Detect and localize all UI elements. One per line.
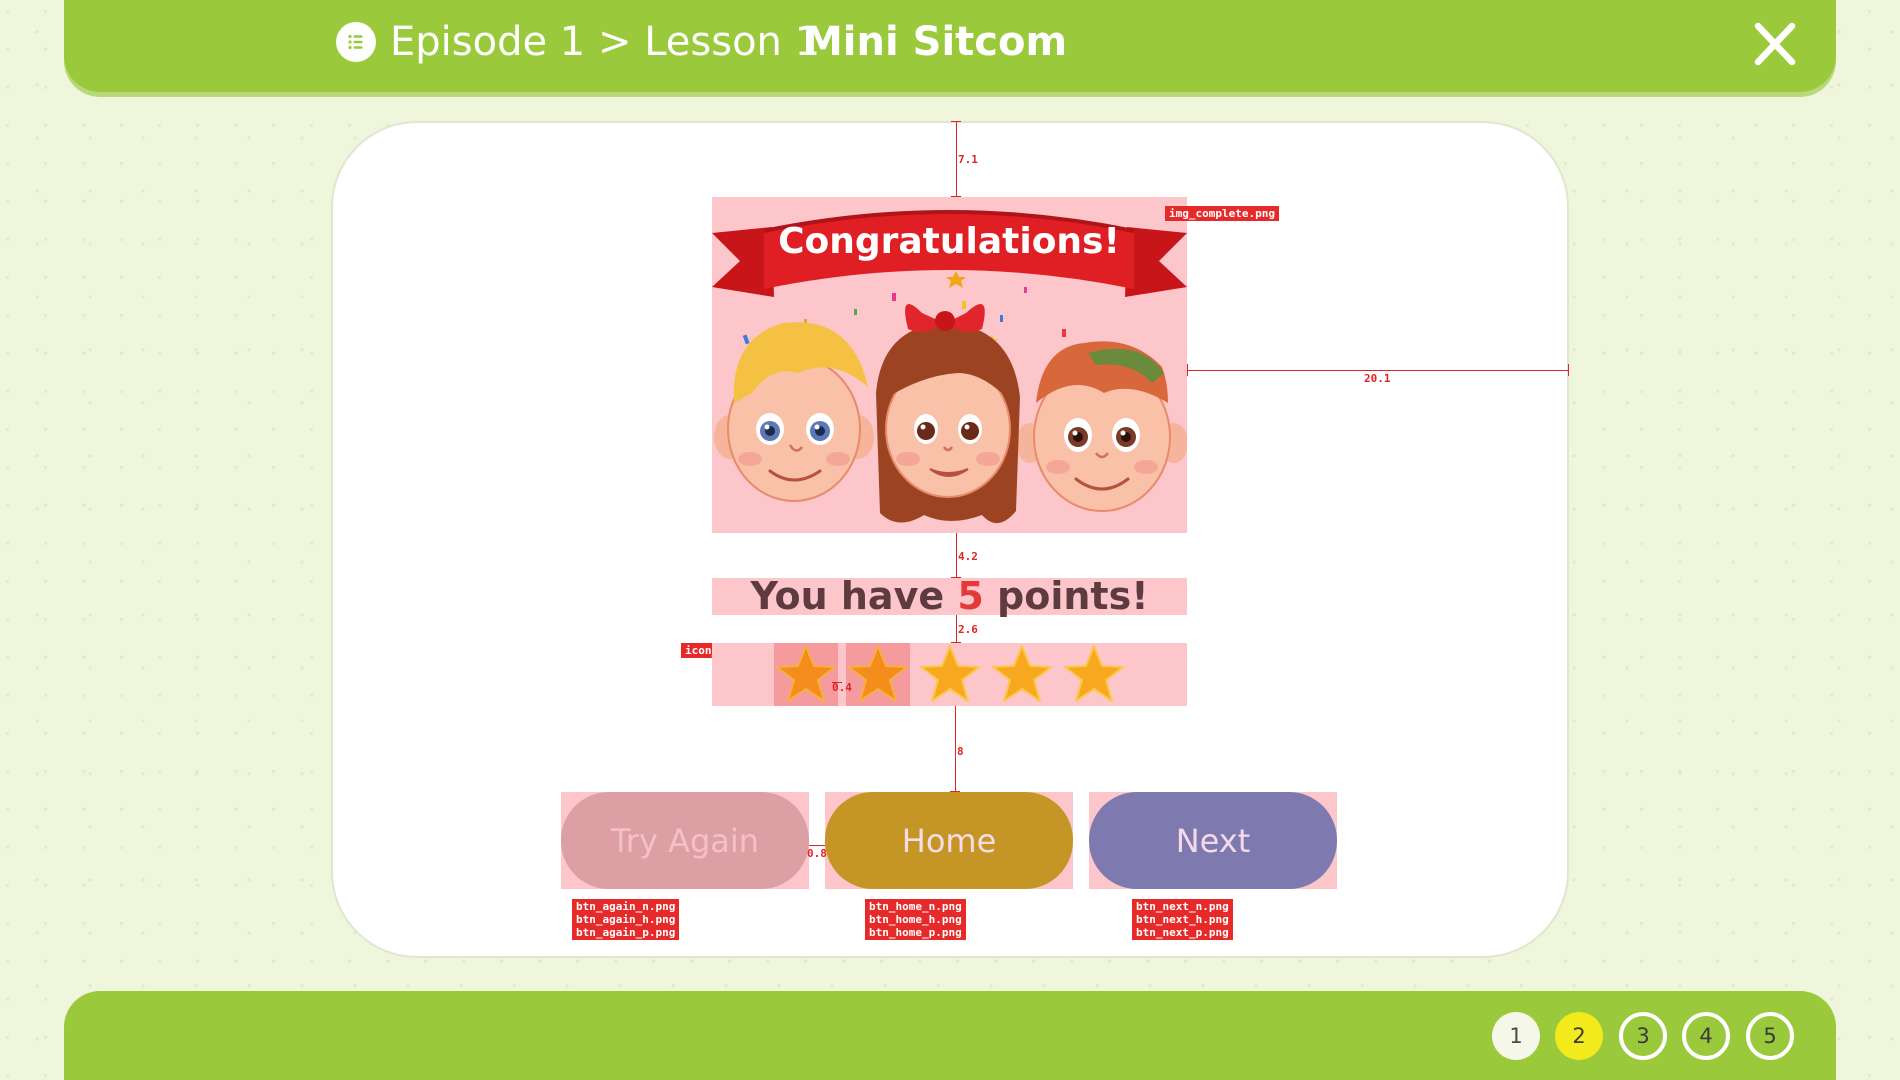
- dimension-line-top: [956, 121, 957, 197]
- home-button[interactable]: Home: [825, 792, 1073, 889]
- try-again-button-area: Try Again: [561, 792, 809, 889]
- file-name: btn_home_h.png: [869, 913, 962, 926]
- score-points: 5: [957, 574, 984, 618]
- next-button-area: Next: [1089, 792, 1337, 889]
- next-button[interactable]: Next: [1089, 792, 1337, 889]
- score-prefix: You have: [750, 574, 945, 618]
- congratulations-illustration: Congratulations!: [712, 210, 1187, 524]
- dimension-label-image-text: 4.2: [958, 550, 978, 563]
- dimension-line-stars-buttons: [955, 706, 956, 792]
- ribbon-banner: Congratulations!: [712, 210, 1187, 297]
- list-icon[interactable]: [336, 22, 376, 62]
- congratulations-image: Congratulations!: [712, 197, 1187, 533]
- banner-text: Congratulations!: [778, 221, 1120, 262]
- file-tag-home: btn_home_n.png btn_home_h.png btn_home_p…: [865, 899, 966, 940]
- file-name: btn_next_p.png: [1136, 926, 1229, 939]
- dimension-line-text-stars: [956, 615, 957, 643]
- boy-face-right: [1016, 341, 1187, 512]
- dimension-label-top: 7.1: [958, 153, 978, 166]
- close-icon: [1754, 22, 1796, 66]
- points-stars: [712, 643, 1187, 706]
- star-icon: [1062, 643, 1126, 706]
- file-name: btn_again_p.png: [576, 926, 676, 939]
- score-suffix: points!: [997, 574, 1149, 618]
- star-icon: [846, 643, 910, 706]
- dimension-line-button-gap: [809, 845, 825, 846]
- page-button-2[interactable]: 2: [1555, 1012, 1603, 1060]
- file-name: btn_home_p.png: [869, 926, 962, 939]
- dimension-line-image-text: [956, 533, 957, 578]
- dimension-label-text-stars: 2.6: [958, 623, 978, 636]
- file-name: btn_again_n.png: [576, 900, 676, 913]
- page-button-5[interactable]: 5: [1746, 1012, 1794, 1060]
- dimension-cap: [1568, 364, 1569, 376]
- file-name: btn_next_n.png: [1136, 900, 1229, 913]
- list-icon-glyph: [348, 34, 363, 50]
- file-tag-next: btn_next_n.png btn_next_h.png btn_next_p…: [1132, 899, 1233, 940]
- page-button-4[interactable]: 4: [1682, 1012, 1730, 1060]
- page-button-3[interactable]: 3: [1619, 1012, 1667, 1060]
- home-button-area: Home: [825, 792, 1073, 889]
- file-name: btn_again_h.png: [576, 913, 676, 926]
- star-icon: [918, 643, 982, 706]
- page-button-1[interactable]: 1: [1492, 1012, 1540, 1060]
- girl-face-center: [876, 304, 1020, 524]
- star-icon: [774, 643, 838, 706]
- file-name: btn_next_h.png: [1136, 913, 1229, 926]
- score-text: You have 5 points!: [712, 577, 1187, 615]
- dimension-label-button-gap: 0.8: [807, 847, 827, 860]
- boy-face-left: [714, 322, 874, 502]
- lesson-title: Mini Sitcom: [803, 19, 1068, 65]
- breadcrumb: Episode 1 > Lesson 1: [390, 19, 821, 65]
- dimension-label-stars-buttons: 8: [957, 745, 964, 758]
- close-button[interactable]: [1749, 16, 1801, 72]
- file-tag-complete-image: img_complete.png: [1165, 206, 1279, 221]
- dimension-label-right: 20.1: [1364, 372, 1391, 385]
- dimension-cap: [1187, 364, 1188, 376]
- file-tag-try-again: btn_again_n.png btn_again_h.png btn_agai…: [572, 899, 680, 940]
- dimension-line-right: [1187, 370, 1569, 371]
- dimension-label-star-gap: 0.4: [832, 681, 852, 694]
- star-icon: [990, 643, 1054, 706]
- file-name: btn_home_n.png: [869, 900, 962, 913]
- top-bar: Episode 1 > Lesson 1 Mini Sitcom: [64, 0, 1836, 92]
- try-again-button[interactable]: Try Again: [561, 792, 809, 889]
- dimension-cap: [951, 121, 961, 122]
